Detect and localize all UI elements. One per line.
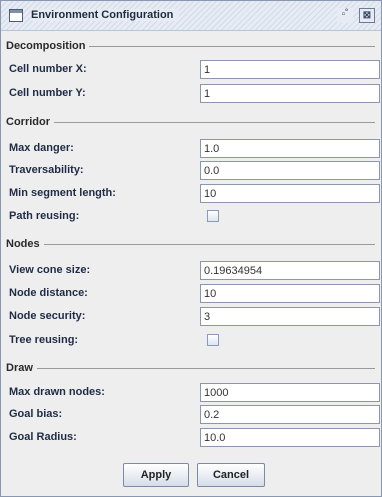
label-traversability: Traversability: xyxy=(9,164,84,176)
max-drawn-nodes-field[interactable] xyxy=(200,383,380,402)
row-path-reusing: Path reusing: xyxy=(6,207,375,227)
goal-bias-field[interactable] xyxy=(200,405,380,424)
window-icon xyxy=(9,9,23,22)
row-tree-reusing: Tree reusing: xyxy=(6,331,375,351)
row-goal-bias: Goal bias: xyxy=(6,405,380,425)
row-min-segment-length: Min segment length: xyxy=(6,184,380,204)
row-traversability: Traversability: xyxy=(6,161,380,181)
label-goal-radius: Goal Radius: xyxy=(9,431,77,443)
title-bar[interactable]: Environment Configuration ▫˚ ⊠ xyxy=(1,1,381,31)
row-goal-radius: Goal Radius: xyxy=(6,428,380,448)
row-max-drawn-nodes: Max drawn nodes: xyxy=(6,383,380,403)
label-path-reusing: Path reusing: xyxy=(9,210,80,222)
window-title: Environment Configuration xyxy=(31,9,180,21)
traversability-field[interactable] xyxy=(200,161,380,180)
label-max-danger: Max danger: xyxy=(9,142,74,154)
corridor-group: Corridor Max danger: Traversability: Min… xyxy=(6,116,380,242)
node-distance-field[interactable] xyxy=(200,284,380,303)
label-tree-reusing: Tree reusing: xyxy=(9,334,79,346)
min-segment-length-field[interactable] xyxy=(200,184,380,203)
apply-button[interactable]: Apply xyxy=(123,463,189,487)
label-node-security: Node security: xyxy=(9,310,86,322)
goal-radius-field[interactable] xyxy=(200,428,380,447)
row-cell-number-y: Cell number Y: xyxy=(6,84,380,104)
nodes-group: Nodes View cone size: Node distance: Nod… xyxy=(6,238,380,366)
group-title-nodes: Nodes xyxy=(6,238,44,250)
label-goal-bias: Goal bias: xyxy=(9,408,63,420)
close-icon[interactable]: ⊠ xyxy=(359,8,375,23)
group-title-decomposition: Decomposition xyxy=(6,40,90,52)
max-danger-field[interactable] xyxy=(200,139,380,158)
view-cone-size-field[interactable] xyxy=(200,261,380,280)
group-title-draw: Draw xyxy=(6,362,37,374)
label-node-distance: Node distance: xyxy=(9,287,88,299)
restore-icon[interactable]: ▫˚ xyxy=(337,8,353,23)
cell-number-x-field[interactable] xyxy=(200,60,380,79)
row-cell-number-x: Cell number X: xyxy=(6,60,380,80)
decomposition-group: Decomposition Cell number X: Cell number… xyxy=(6,40,380,120)
cancel-button[interactable]: Cancel xyxy=(197,463,265,487)
label-cell-number-y: Cell number Y: xyxy=(9,87,86,99)
environment-configuration-window: Environment Configuration ▫˚ ⊠ Decomposi… xyxy=(0,0,382,497)
row-node-security: Node security: xyxy=(6,307,380,327)
label-max-drawn-nodes: Max drawn nodes: xyxy=(9,386,105,398)
draw-group: Draw Max drawn nodes: Goal bias: Goal Ra… xyxy=(6,362,380,454)
group-title-corridor: Corridor xyxy=(6,116,54,128)
tree-reusing-checkbox[interactable] xyxy=(207,334,219,346)
label-view-cone-size: View cone size: xyxy=(9,264,91,276)
row-view-cone-size: View cone size: xyxy=(6,261,380,281)
row-max-danger: Max danger: xyxy=(6,139,380,159)
path-reusing-checkbox[interactable] xyxy=(207,210,219,222)
cell-number-y-field[interactable] xyxy=(200,84,380,103)
row-node-distance: Node distance: xyxy=(6,284,380,304)
label-cell-number-x: Cell number X: xyxy=(9,63,87,75)
label-min-segment-length: Min segment length: xyxy=(9,187,116,199)
node-security-field[interactable] xyxy=(200,307,380,326)
